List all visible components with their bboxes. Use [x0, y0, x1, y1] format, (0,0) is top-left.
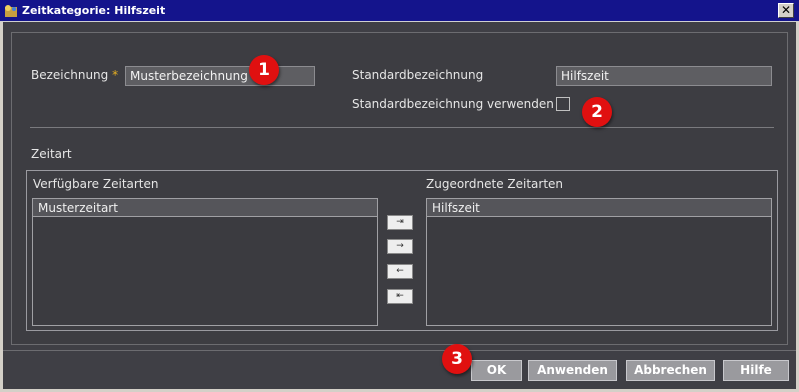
available-list-header[interactable]: Musterzeitart [33, 199, 377, 217]
window-title: Zeitkategorie: Hilfszeit [22, 4, 166, 17]
annotation-badge-1: 1 [249, 55, 279, 85]
close-icon: ✕ [780, 3, 792, 17]
ok-button[interactable]: OK [471, 360, 522, 381]
double-arrow-right-icon: ⇥ [396, 217, 404, 227]
assigned-zeitarten-label: Zugeordnete Zeitarten [426, 177, 564, 191]
double-arrow-left-icon: ⇤ [396, 291, 404, 301]
standardbezeichnung-field: Hilfszeit [556, 66, 772, 86]
standardbezeichnung-label: Standardbezeichnung [352, 68, 484, 82]
help-button[interactable]: Hilfe [723, 360, 789, 381]
assigned-list-header[interactable]: Hilfszeit [427, 199, 771, 217]
use-standard-label: Standardbezeichnung verwenden [352, 97, 554, 111]
button-bar-divider [3, 350, 796, 351]
app-icon [5, 5, 17, 17]
apply-button[interactable]: Anwenden [528, 360, 617, 381]
assigned-zeitarten-list[interactable]: Hilfszeit [426, 198, 772, 326]
available-zeitarten-list[interactable]: Musterzeitart [32, 198, 378, 326]
move-right-button[interactable]: → [387, 239, 413, 254]
annotation-badge-2: 2 [582, 97, 612, 127]
use-standard-checkbox[interactable] [556, 97, 570, 111]
arrow-left-icon: ← [396, 266, 404, 276]
window-frame-left [0, 22, 3, 392]
move-all-right-button[interactable]: ⇥ [387, 215, 413, 230]
required-marker: * [112, 68, 119, 82]
cancel-button[interactable]: Abbrechen [626, 360, 715, 381]
bezeichnung-input[interactable]: Musterbezeichnung [125, 66, 315, 86]
zeitart-section-label: Zeitart [31, 147, 72, 161]
move-left-button[interactable]: ← [387, 264, 413, 279]
divider [30, 127, 774, 128]
annotation-badge-3: 3 [442, 344, 472, 374]
arrow-right-icon: → [396, 241, 404, 251]
available-zeitarten-label: Verfügbare Zeitarten [33, 177, 159, 191]
close-button[interactable]: ✕ [778, 3, 794, 18]
title-bar: Zeitkategorie: Hilfszeit ✕ [0, 0, 799, 22]
move-all-left-button[interactable]: ⇤ [387, 289, 413, 304]
bezeichnung-label: Bezeichnung * [31, 68, 119, 82]
